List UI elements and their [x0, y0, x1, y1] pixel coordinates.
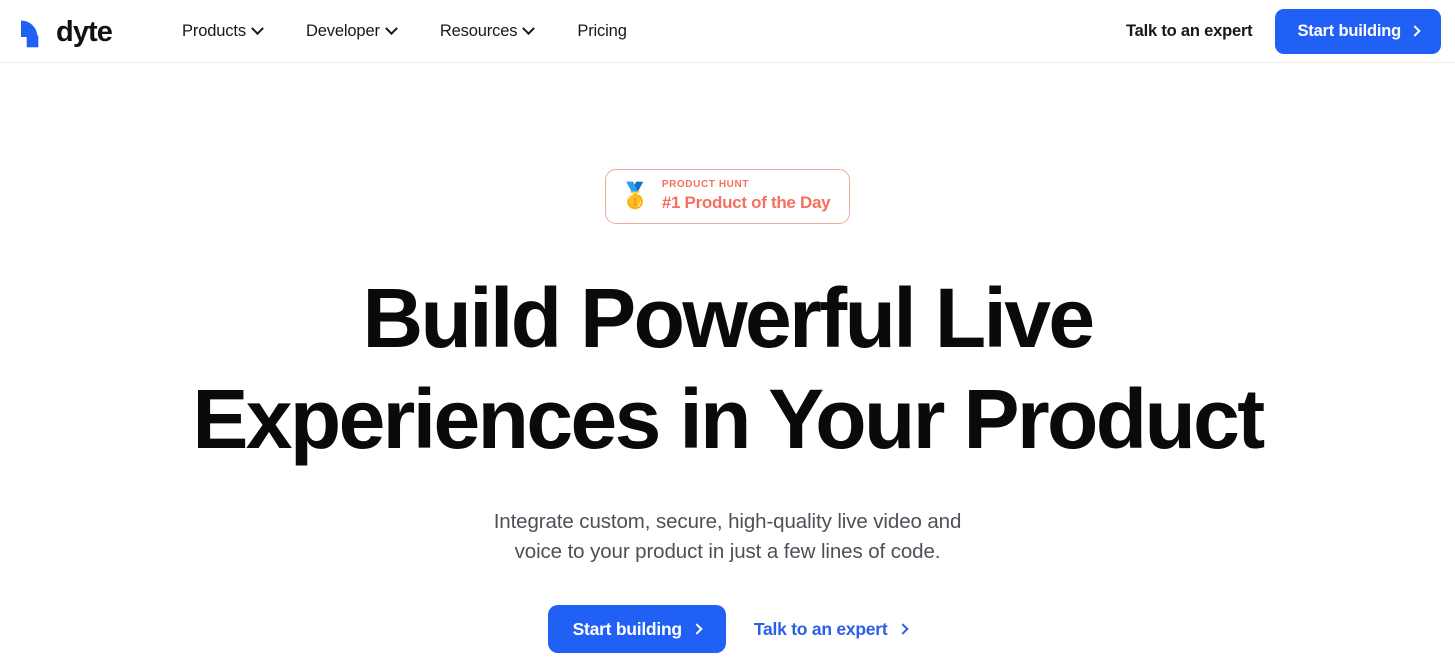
product-hunt-badge[interactable]: 🥇 PRODUCT HUNT #1 Product of the Day	[604, 169, 851, 224]
hero-headline-line-1: Build Powerful Live	[362, 270, 1095, 365]
nav-item-developer[interactable]: Developer	[284, 14, 418, 49]
hero-subtitle-line-2: voice to your product in just a few line…	[514, 539, 941, 563]
header-actions: Talk to an expert Start building	[1126, 8, 1441, 54]
site-header: dyte Products Developer Resources Pricin…	[0, 0, 1455, 63]
hero-section: 🥇 PRODUCT HUNT #1 Product of the Day Bui…	[0, 63, 1455, 666]
button-label: Talk to an expert	[753, 618, 888, 639]
nav-item-products[interactable]: Products	[160, 14, 284, 49]
button-label: Start building	[1297, 21, 1401, 40]
brand-logo[interactable]: dyte	[12, 11, 113, 51]
hero-headline: Build Powerful Live Experiences in Your …	[0, 268, 1455, 471]
main-navigation: Products Developer Resources Pricing	[160, 14, 649, 49]
product-hunt-title: #1 Product of the Day	[661, 192, 831, 212]
dyte-logo-icon	[12, 11, 52, 51]
hero-talk-to-expert-button[interactable]: Talk to an expert	[753, 618, 910, 640]
brand-wordmark: dyte	[56, 15, 113, 48]
chevron-right-icon	[1409, 25, 1421, 37]
header-start-building-button[interactable]: Start building	[1275, 8, 1441, 54]
product-hunt-badge-text: PRODUCT HUNT #1 Product of the Day	[661, 179, 831, 214]
hero-subtitle: Integrate custom, secure, high-quality l…	[0, 507, 1455, 567]
nav-item-label: Products	[182, 21, 246, 40]
hero-headline-line-2: Experiences in Your Product	[192, 372, 1265, 467]
chevron-down-icon	[384, 21, 398, 35]
hero-cta-group: Start building Talk to an expert	[0, 605, 1455, 654]
button-label: Start building	[572, 618, 683, 639]
hero-start-building-button[interactable]: Start building	[547, 605, 726, 654]
chevron-down-icon	[522, 21, 536, 35]
product-hunt-kicker: PRODUCT HUNT	[661, 179, 750, 190]
nav-item-label: Pricing	[577, 21, 627, 40]
chevron-right-icon	[897, 623, 910, 635]
header-talk-to-expert-link[interactable]: Talk to an expert	[1126, 22, 1253, 41]
hero-subtitle-line-1: Integrate custom, secure, high-quality l…	[493, 509, 962, 533]
nav-item-resources[interactable]: Resources	[418, 14, 556, 49]
nav-item-pricing[interactable]: Pricing	[555, 14, 648, 49]
chevron-down-icon	[251, 21, 264, 35]
nav-item-label: Developer	[305, 21, 380, 40]
gold-medal-icon: 🥇	[619, 181, 651, 210]
chevron-right-icon	[691, 623, 703, 635]
nav-item-label: Resources	[439, 21, 518, 40]
